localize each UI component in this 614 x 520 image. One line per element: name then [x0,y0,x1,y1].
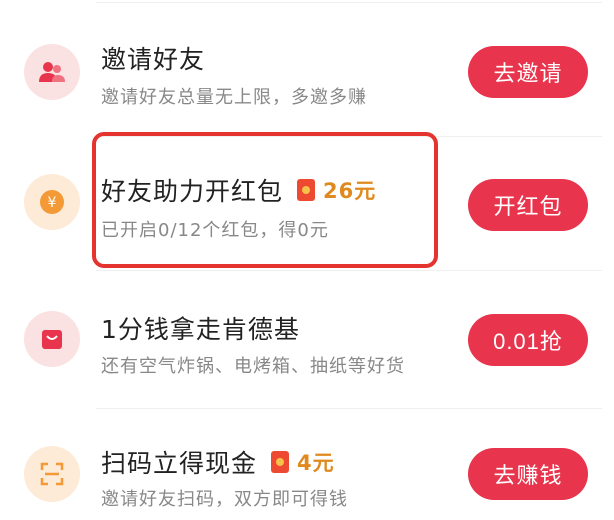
task-icon-bg [24,44,80,100]
task-row-invite-friends: 邀请好友 邀请好友总量无上限，多邀多赚 去邀请 [0,0,614,135]
task-title-text: 邀请好友 [101,45,206,74]
task-icon-bg [24,446,80,502]
svg-text:¥: ¥ [48,195,57,211]
reward-amount: 4元 [297,451,335,475]
users-icon [39,62,65,82]
highlight-box [92,132,438,268]
task-row-kfc-deal: 1分钱拿走肯德基 还有空气炸锅、电烤箱、抽纸等好货 0.01抢 [0,270,614,408]
task-subtitle: 还有空气炸锅、电烤箱、抽纸等好货 [101,356,405,377]
open-red-packet-button[interactable]: 开红包 [468,179,588,231]
invite-button[interactable]: 去邀请 [468,46,588,98]
task-title-text: 1分钱拿走肯德基 [101,315,300,344]
task-icon-bg: ¥ [24,174,80,230]
reward-badge: 4元 [271,447,335,477]
earn-money-button[interactable]: 去赚钱 [468,448,588,500]
task-title: 邀请好友 [101,40,205,76]
task-title-text: 扫码立得现金 [101,449,258,478]
scan-icon [40,462,64,486]
task-icon-bg [24,311,80,367]
task-title: 1分钱拿走肯德基 [101,310,300,346]
yuan-coin-icon: ¥ [40,190,64,214]
task-title: 扫码立得现金 4元 [101,444,335,480]
task-subtitle: 邀请好友扫码，双方即可得钱 [101,489,348,510]
task-subtitle: 邀请好友总量无上限，多邀多赚 [101,87,367,108]
grab-deal-button[interactable]: 0.01抢 [468,314,588,366]
task-row-scan-cash: 扫码立得现金 4元 邀请好友扫码，双方即可得钱 去赚钱 [0,408,614,520]
shopping-bag-icon [42,330,62,349]
red-envelope-icon [271,451,290,473]
